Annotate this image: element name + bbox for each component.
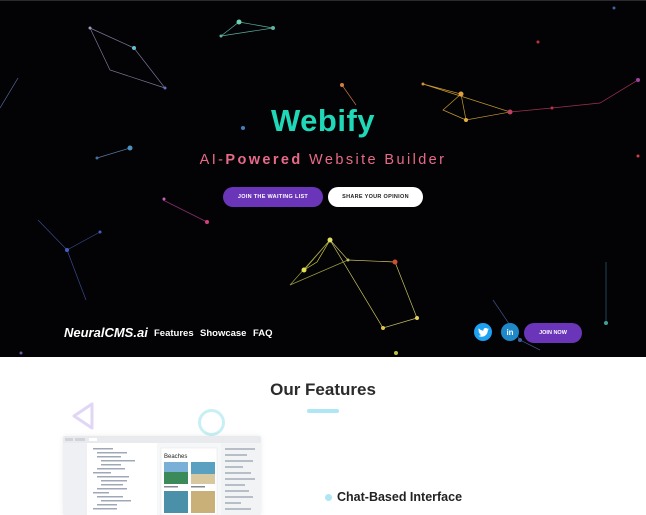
hero-section: Webify AI-Powered Website Builder JOIN T…: [0, 0, 646, 357]
twitter-bird-glyph: [477, 327, 489, 337]
hero-title: Webify: [270, 103, 376, 138]
nav-link-showcase[interactable]: Showcase: [200, 328, 246, 339]
subtitle-part: AI-: [199, 152, 226, 168]
subtitle-emphasis: Powered: [225, 152, 303, 168]
linkedin-glyph: in: [506, 327, 514, 337]
share-opinion-button[interactable]: SHARE YOUR OPINION: [328, 187, 423, 207]
feature-preview-screenshot: Beaches: [63, 436, 261, 515]
circle-decoration-icon: [198, 409, 225, 436]
twitter-icon[interactable]: [474, 323, 492, 341]
network-background: [0, 6, 640, 355]
subtitle-part: ebsite Builder: [324, 152, 447, 168]
feature-item-chat: Chat-Based Interface: [337, 490, 463, 504]
subtitle-part: W: [302, 152, 325, 168]
nav-link-features[interactable]: Features: [154, 328, 194, 339]
hero-subtitle: AI-Powered Website Builder: [0, 152, 646, 168]
triangle-decoration-icon: [72, 402, 94, 430]
feature-bullet: [325, 494, 332, 501]
join-now-button[interactable]: JOIN NOW: [524, 323, 582, 343]
linkedin-icon[interactable]: in: [501, 323, 519, 341]
logo[interactable]: NeuralCMS.ai: [64, 325, 148, 340]
join-waiting-list-button[interactable]: JOIN THE WAITING LIST: [223, 187, 323, 207]
nav-link-faq[interactable]: FAQ: [253, 328, 273, 339]
heading-underline: [307, 409, 339, 413]
features-heading: Our Features: [270, 380, 376, 399]
preview-heading: Beaches: [164, 454, 187, 460]
editor-preview-image: Beaches: [63, 436, 261, 515]
